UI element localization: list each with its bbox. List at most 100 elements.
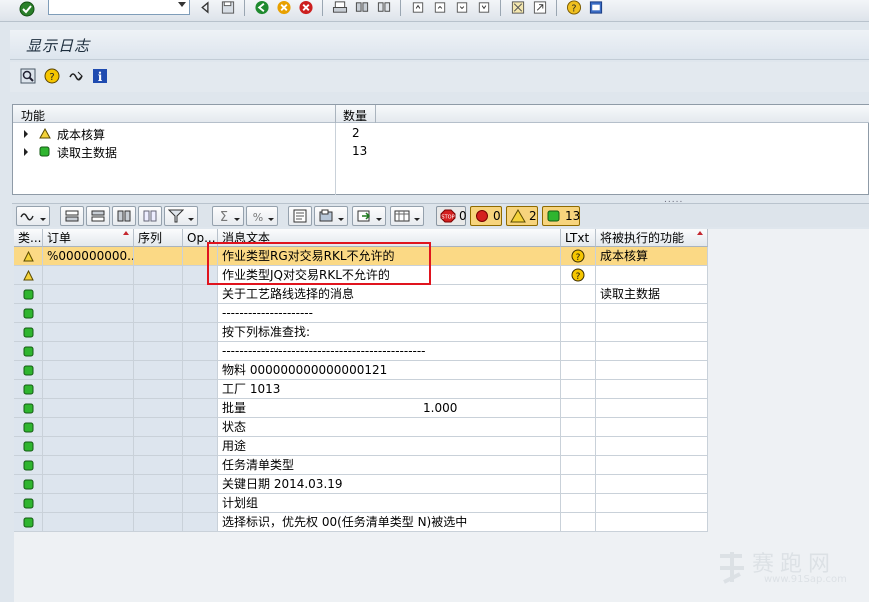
long-text-cell[interactable] [561,437,596,456]
tree-header-function[interactable]: 功能 [21,107,45,124]
order-cell[interactable] [43,342,134,361]
command-field[interactable] [48,0,190,15]
seq-cell[interactable] [134,361,183,380]
status-cell[interactable] [14,323,43,342]
message-text-cell[interactable]: 批量 1.000 [218,399,561,418]
table-row[interactable]: 按下列标准查找: [14,323,708,342]
views-menu-button[interactable] [314,206,348,226]
status-cell[interactable] [14,361,43,380]
col-header-function[interactable]: 将被执行的功能 [596,229,708,247]
total-menu-button[interactable]: Σ [212,206,244,226]
func-cell[interactable] [596,361,708,380]
message-text-cell[interactable]: 工厂 1013 [218,380,561,399]
table-row[interactable]: 任务清单类型 [14,456,708,475]
expand-arrow-icon[interactable] [24,130,28,138]
seq-cell[interactable] [134,494,183,513]
sort-descending-button[interactable] [86,206,110,226]
order-cell[interactable] [43,323,134,342]
status-cell[interactable] [14,494,43,513]
find-button[interactable] [112,206,136,226]
op-cell[interactable] [183,304,218,323]
sort-ascending-button[interactable] [60,206,84,226]
status-cell[interactable] [14,285,43,304]
op-cell[interactable] [183,456,218,475]
long-text-cell[interactable] [561,513,596,532]
next-page-icon[interactable] [454,0,470,15]
op-cell[interactable] [183,418,218,437]
table-row[interactable]: 关键日期 2014.03.19 [14,475,708,494]
prev-page-icon[interactable] [432,0,448,15]
chevron-down-icon[interactable] [178,2,186,7]
op-cell[interactable] [183,475,218,494]
filter-error-button[interactable]: 0 [470,206,502,226]
long-text-help-icon[interactable]: ? [571,249,585,263]
message-text-cell[interactable]: 状态 [218,418,561,437]
table-row[interactable]: --------------------- [14,304,708,323]
tree-header-count[interactable]: 数量 [343,107,367,124]
func-cell[interactable] [596,342,708,361]
long-text-cell[interactable] [561,361,596,380]
seq-cell[interactable] [134,285,183,304]
long-text-cell[interactable] [561,494,596,513]
filter-menu-button[interactable] [164,206,198,226]
seq-cell[interactable] [134,437,183,456]
filter-stop-button[interactable]: STOP 0 [436,206,467,226]
message-text-cell[interactable]: ----------------------------------------… [218,342,561,361]
seq-cell[interactable] [134,399,183,418]
long-text-cell[interactable] [561,456,596,475]
details-menu-button[interactable] [16,206,50,226]
tree-node-read-master-data[interactable]: 读取主数据 13 [13,143,869,161]
func-cell[interactable] [596,399,708,418]
status-cell[interactable] [14,380,43,399]
expand-arrow-icon[interactable] [24,148,28,156]
long-text-cell[interactable] [561,342,596,361]
seq-cell[interactable] [134,475,183,494]
col-header-order[interactable]: 订单 [43,229,134,247]
long-text-cell[interactable] [561,380,596,399]
status-cell[interactable] [14,513,43,532]
table-row[interactable]: 工厂 1013 [14,380,708,399]
op-cell[interactable] [183,342,218,361]
message-text-cell[interactable]: 按下列标准查找: [218,323,561,342]
print-icon[interactable] [332,0,348,15]
export-menu-button[interactable] [352,206,386,226]
print-preview-button[interactable] [288,206,312,226]
filter-success-button[interactable]: 13 [542,206,580,226]
seq-cell[interactable] [134,247,183,266]
status-cell[interactable] [14,418,43,437]
layout-menu-button[interactable] [390,206,424,226]
status-cell[interactable] [14,304,43,323]
func-cell[interactable] [596,304,708,323]
status-cell[interactable] [14,342,43,361]
long-text-cell[interactable] [561,285,596,304]
order-cell[interactable] [43,494,134,513]
func-cell[interactable] [596,456,708,475]
func-cell[interactable] [596,418,708,437]
order-cell[interactable] [43,380,134,399]
order-cell[interactable] [43,304,134,323]
seq-cell[interactable] [134,266,183,285]
long-text-cell[interactable] [561,475,596,494]
op-cell[interactable] [183,437,218,456]
table-row[interactable]: ----------------------------------------… [14,342,708,361]
filter-warning-button[interactable]: 2 [506,206,538,226]
message-text-cell[interactable]: 选择标识，优先权 00(任务清单类型 N)被选中 [218,513,561,532]
order-cell[interactable] [43,285,134,304]
message-text-cell[interactable]: 任务清单类型 [218,456,561,475]
long-text-cell[interactable] [561,418,596,437]
order-cell[interactable] [43,456,134,475]
technical-info-icon[interactable] [68,68,84,84]
long-text-cell[interactable] [561,323,596,342]
message-text-cell[interactable]: 关于工艺路线选择的消息 [218,285,561,304]
seq-cell[interactable] [134,380,183,399]
status-cell[interactable] [14,475,43,494]
seq-cell[interactable] [134,342,183,361]
message-text-cell[interactable]: 物料 000000000000000121 [218,361,561,380]
op-cell[interactable] [183,380,218,399]
tree-node-cost-calculation[interactable]: 成本核算 2 [13,125,869,143]
new-session-icon[interactable] [510,0,526,15]
message-text-cell[interactable]: 计划组 [218,494,561,513]
command-input[interactable] [49,0,169,14]
table-row[interactable]: 状态 [14,418,708,437]
func-cell[interactable] [596,380,708,399]
